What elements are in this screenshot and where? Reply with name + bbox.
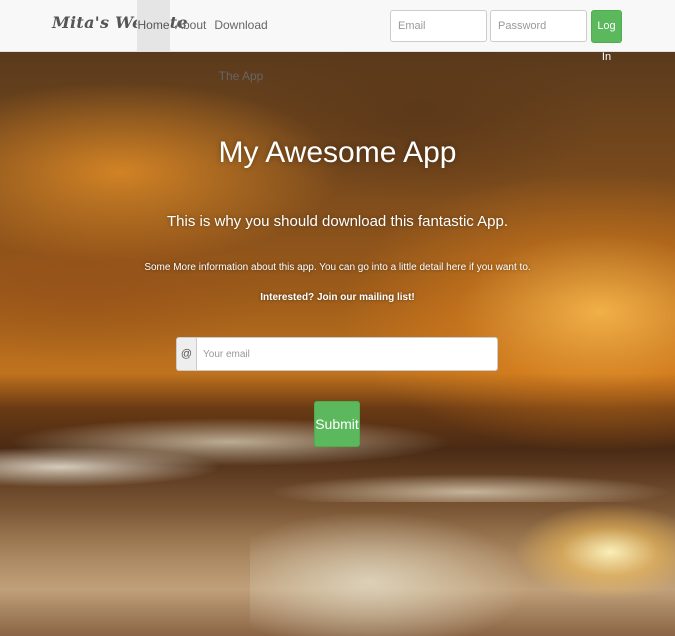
nav-about[interactable]: About bbox=[175, 0, 206, 51]
hero-title: My Awesome App bbox=[218, 136, 457, 169]
hero-section: My Awesome App This is why you should do… bbox=[0, 52, 675, 636]
mailing-list-form: @ bbox=[176, 337, 498, 371]
mailing-list-cta: Interested? Join our mailing list! bbox=[260, 292, 415, 303]
at-sign-addon: @ bbox=[176, 337, 196, 371]
login-password-field[interactable] bbox=[490, 10, 587, 42]
nav-download-app[interactable]: Download The App bbox=[208, 0, 274, 83]
page: Mita's Website Home About Download The A… bbox=[0, 0, 675, 636]
login-button[interactable]: Log In bbox=[591, 10, 622, 63]
hero-subtitle: This is why you should download this fan… bbox=[166, 213, 509, 230]
submit-button[interactable]: Submit bbox=[314, 401, 360, 447]
nav-home[interactable]: Home bbox=[137, 0, 170, 51]
mailing-list-email-input[interactable] bbox=[196, 337, 498, 371]
login-email-field[interactable] bbox=[390, 10, 487, 42]
hero-info-text: Some More information about this app. Yo… bbox=[144, 262, 531, 273]
navbar: Mita's Website Home About Download The A… bbox=[0, 0, 675, 83]
